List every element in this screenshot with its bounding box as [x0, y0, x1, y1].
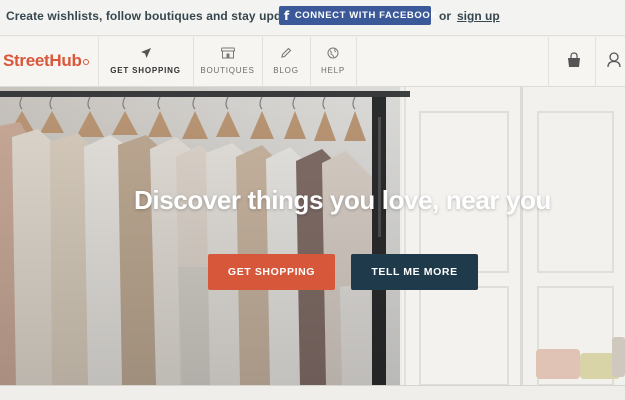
nav-item-label: BOUTIQUES — [200, 66, 255, 75]
connect-facebook-label: CONNECT WITH FACEBOOK — [294, 10, 438, 21]
nav-divider — [595, 37, 596, 87]
globe-icon — [327, 45, 339, 61]
streethub-logo[interactable]: StreetHub — [3, 51, 89, 71]
or-text: or — [439, 9, 451, 23]
nav-item-label: GET SHOPPING — [110, 66, 181, 75]
main-nav: StreetHub GET SHOPPING BOUTIQUES BLOG HE… — [0, 37, 625, 87]
nav-item-boutiques[interactable]: BOUTIQUES — [193, 37, 262, 87]
shopping-bag-icon[interactable] — [564, 49, 584, 71]
hero-banner: Discover things you love, near you GET S… — [0, 87, 625, 385]
user-icon[interactable] — [607, 49, 625, 71]
registered-mark-icon — [82, 59, 89, 65]
logo-text: StreetHub — [3, 51, 82, 70]
signup-link[interactable]: sign up — [457, 9, 500, 23]
promo-bar: Create wishlists, follow boutiques and s… — [0, 0, 625, 36]
send-arrow-icon — [140, 45, 152, 61]
clothing-rack-photo — [0, 87, 625, 385]
connect-facebook-button[interactable]: f CONNECT WITH FACEBOOK — [279, 6, 437, 25]
nav-item-label: HELP — [320, 66, 346, 75]
hero-title: Discover things you love, near you — [134, 185, 551, 215]
nav-divider — [356, 37, 357, 87]
nav-item-help[interactable]: HELP — [310, 37, 356, 87]
nav-item-blog[interactable]: BLOG — [262, 37, 310, 87]
promo-text: Create wishlists, follow boutiques and s… — [6, 9, 307, 23]
facebook-icon: f — [284, 8, 290, 23]
page-footer-strip — [0, 385, 625, 400]
get-shopping-button[interactable]: GET SHOPPING — [208, 254, 335, 290]
nav-item-label: BLOG — [273, 66, 299, 75]
nav-item-get-shopping[interactable]: GET SHOPPING — [98, 37, 193, 87]
storefront-icon — [220, 45, 235, 61]
nav-divider — [548, 37, 549, 87]
tell-me-more-button[interactable]: TELL ME MORE — [351, 254, 478, 290]
pencil-icon — [280, 45, 292, 61]
